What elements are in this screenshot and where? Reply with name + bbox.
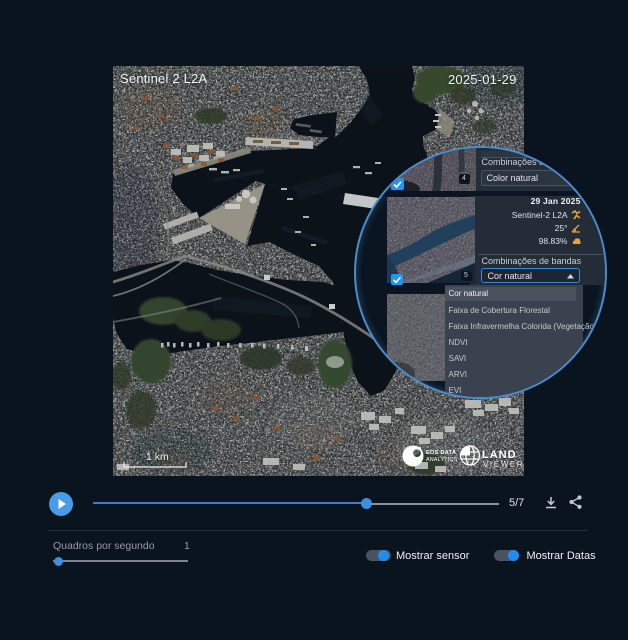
svg-text:ANALYTICS: ANALYTICS bbox=[426, 457, 458, 463]
svg-text:EOS DATA: EOS DATA bbox=[426, 450, 456, 456]
svg-text:VIEWER: VIEWER bbox=[483, 460, 524, 469]
